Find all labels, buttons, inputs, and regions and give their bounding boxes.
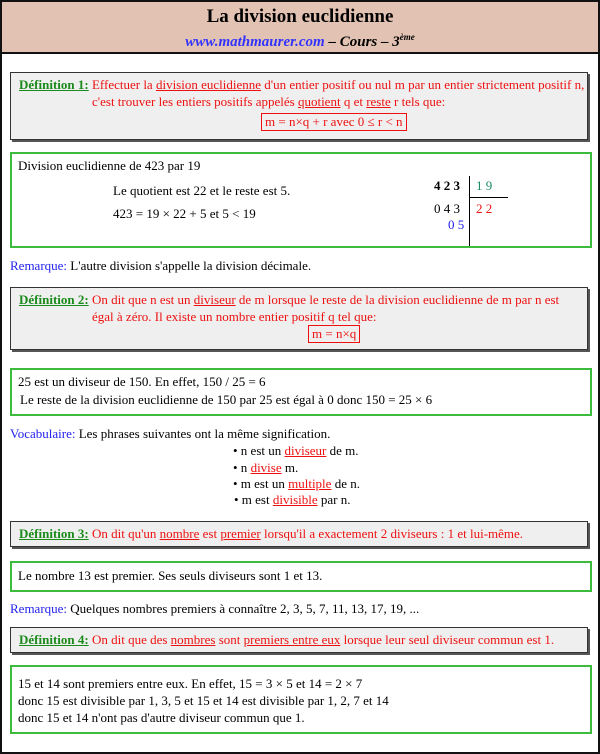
example-3-box: Le nombre 13 est premier. Ses seuls divi… [10, 561, 592, 592]
definition-1-formula: m = n×q + r avec 0 ≤ r < n [261, 113, 407, 131]
course-page: La division euclidienne www.mathmaurer.c… [0, 0, 600, 754]
example-2-box: 25 est un diviseur de 150. En effet, 150… [10, 368, 592, 416]
definition-3-box: Définition 3: On dit qu'un nombre est pr… [10, 521, 588, 547]
definition-2-box: Définition 2: On dit que n est un divise… [10, 287, 588, 350]
definition-4-label: Définition 4: [19, 632, 89, 647]
quotient: 2 2 [476, 201, 493, 216]
vocab-item: • n divise m. [233, 460, 299, 475]
dividend: 4 2 3 [434, 178, 460, 193]
page-header: La division euclidienne www.mathmaurer.c… [2, 2, 598, 54]
remainder: 0 5 [448, 217, 465, 232]
definition-4-box: Définition 4: On dit que des nombres son… [10, 627, 588, 653]
vocabulary-heading: Vocabulaire: Les phrases suivantes ont l… [10, 426, 331, 441]
definition-2-formula: m = n×q [308, 325, 361, 343]
definition-3-label: Définition 3: [19, 526, 89, 541]
vocab-item: • m est un multiple de n. [233, 476, 360, 491]
site-link[interactable]: www.mathmaurer.com [185, 34, 324, 50]
definition-2-label: Définition 2: [19, 292, 89, 307]
division-horizontal-bar [469, 197, 508, 198]
definition-1-box: Définition 1: Effectuer la division eucl… [10, 72, 588, 140]
example-1-box: Division euclidienne de 423 par 19 Le qu… [10, 152, 592, 248]
example-4-box: 15 et 14 sont premiers entre eux. En eff… [10, 665, 592, 734]
example-1-title: Division euclidienne de 423 par 19 [18, 158, 201, 173]
divisor: 1 9 [476, 178, 493, 193]
division-vertical-bar [469, 176, 470, 246]
page-subtitle: www.mathmaurer.com – Cours – 3ème [185, 32, 415, 50]
partial-dividend: 0 4 3 [434, 201, 460, 216]
page-title: La division euclidienne [206, 6, 394, 27]
remark-1: Remarque: L'autre division s'appelle la … [10, 258, 312, 273]
definition-1-label: Définition 1: [19, 77, 89, 92]
vocab-item: • n est un diviseur de m. [233, 443, 359, 458]
vocab-item: • m est divisible par n. [234, 492, 351, 507]
remark-2: Remarque: Quelques nombres premiers à co… [10, 601, 420, 616]
